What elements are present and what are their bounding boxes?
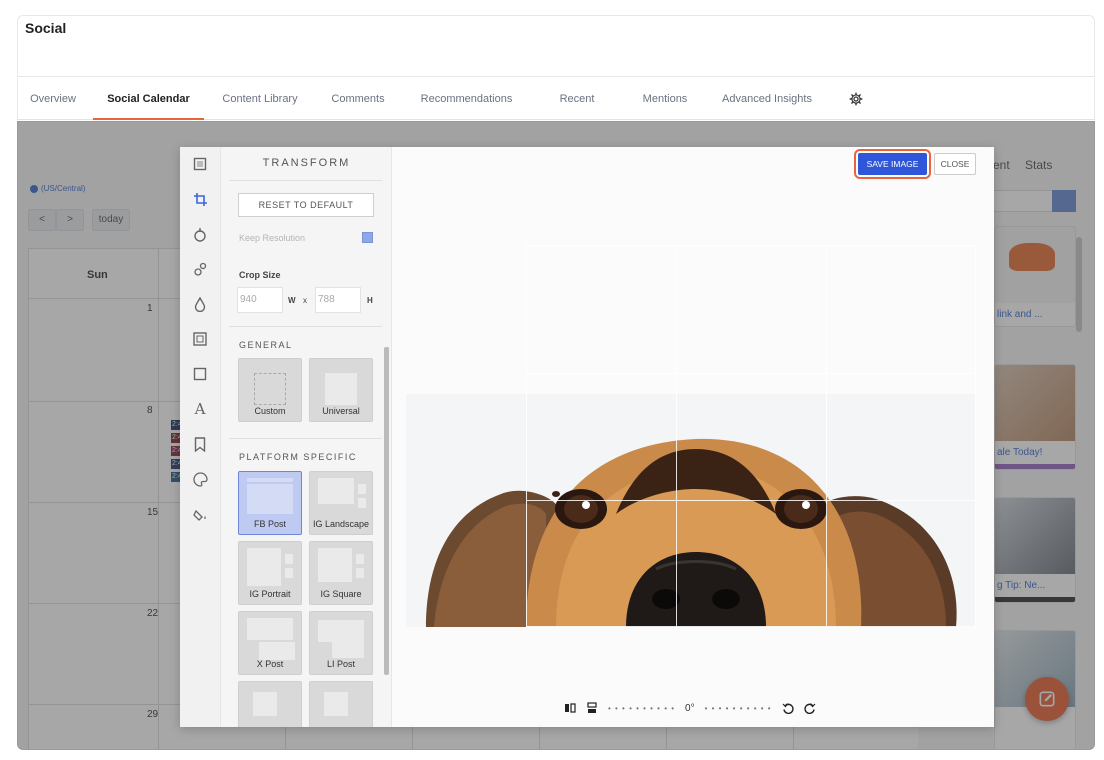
filter-icon[interactable] <box>191 260 209 278</box>
times-sign: x <box>303 296 307 305</box>
platform-specific-label: PLATFORM SPECIFIC <box>239 452 357 462</box>
rotation-slider-right[interactable]: • • • • • • • • • • <box>705 704 772 713</box>
panel-title: TRANSFORM <box>262 157 351 169</box>
rotation-slider-left[interactable]: • • • • • • • • • • <box>608 704 675 713</box>
palette-icon[interactable] <box>191 470 209 488</box>
tab-mentions[interactable]: Mentions <box>641 78 689 120</box>
crop-box[interactable] <box>526 245 977 628</box>
preset-ig-portrait[interactable]: IG Portrait <box>238 541 302 605</box>
crop-icon[interactable] <box>191 190 209 208</box>
preset-more[interactable] <box>309 681 373 727</box>
crop-size-label: Crop Size <box>239 270 281 280</box>
transform-panel: TRANSFORM RESET TO DEFAULT Keep Resoluti… <box>221 147 392 727</box>
keep-resolution-label: Keep Resolution <box>239 233 306 243</box>
close-button[interactable]: CLOSE <box>934 153 976 175</box>
image-icon[interactable] <box>191 155 209 173</box>
tool-strip: A <box>180 147 221 727</box>
drop-icon[interactable] <box>191 295 209 313</box>
tab-advanced-insights[interactable]: Advanced Insights <box>722 78 812 120</box>
square-icon[interactable] <box>191 365 209 383</box>
tab-recent-posts[interactable]: Recent Posts <box>545 78 609 147</box>
preset-x-post[interactable]: X Post <box>238 611 302 675</box>
preset-universal[interactable]: Universal <box>309 358 373 422</box>
rotation-value: 0° <box>685 702 695 714</box>
adjust-icon[interactable] <box>191 225 209 243</box>
preset-custom[interactable]: Custom <box>238 358 302 422</box>
preset-ig-square[interactable]: IG Square <box>309 541 373 605</box>
tab-overview[interactable]: Overview <box>30 78 76 120</box>
reset-to-default-button[interactable]: RESET TO DEFAULT <box>238 193 374 217</box>
height-unit: H <box>367 296 373 305</box>
preset-ig-landscape[interactable]: IG Landscape <box>309 471 373 535</box>
gear-icon[interactable] <box>849 92 863 106</box>
keep-resolution-checkbox[interactable] <box>362 232 373 243</box>
tab-recommendations[interactable]: Recommendations <box>419 78 514 120</box>
rotate-right-icon[interactable] <box>803 702 816 714</box>
width-unit: W <box>288 296 296 305</box>
tab-comments[interactable]: Comments <box>331 78 385 120</box>
transform-toolbar: • • • • • • • • • • 0° • • • • • • • • •… <box>564 702 816 714</box>
bookmark-icon[interactable] <box>191 435 209 453</box>
flip-horizontal-icon[interactable] <box>564 702 576 714</box>
page-header: Social <box>17 15 1095 77</box>
image-editor-modal: A TRANSFORM RESET TO DEFAULT Keep Resolu… <box>180 147 994 727</box>
preset-li-post[interactable]: LI Post <box>309 611 373 675</box>
panel-scrollbar[interactable] <box>384 347 389 675</box>
preset-more[interactable] <box>238 681 302 727</box>
save-image-button[interactable]: SAVE IMAGE <box>854 149 931 179</box>
preset-fb-post[interactable]: FB Post <box>238 471 302 535</box>
height-input[interactable]: 788 <box>315 287 361 313</box>
page-title: Social <box>25 20 67 36</box>
flip-vertical-icon[interactable] <box>586 702 598 714</box>
rotate-left-icon[interactable] <box>782 702 794 714</box>
general-label: GENERAL <box>239 340 293 350</box>
paint-bucket-icon[interactable] <box>191 505 209 523</box>
tab-content-library[interactable]: Content Library <box>221 78 299 120</box>
tab-bar: Overview Social Calendar Content Library… <box>17 78 1095 147</box>
text-icon[interactable]: A <box>191 400 209 418</box>
width-input[interactable]: 940 <box>237 287 283 313</box>
frame-icon[interactable] <box>191 330 209 348</box>
tab-social-calendar[interactable]: Social Calendar <box>93 78 204 120</box>
